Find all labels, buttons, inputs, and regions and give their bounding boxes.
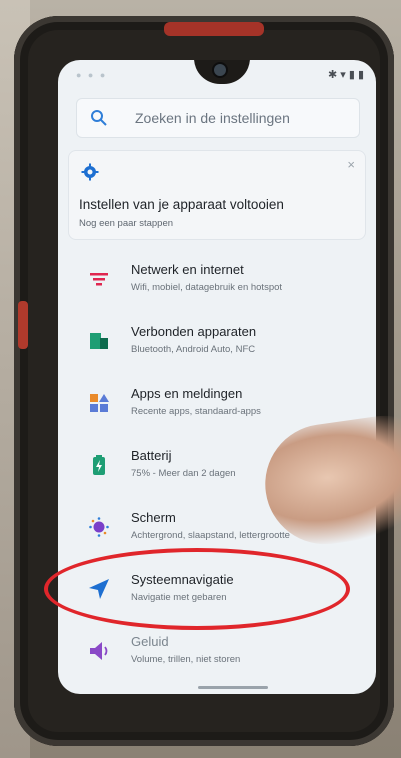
- phone-top-accent: [164, 22, 264, 36]
- phone-device: ● ● ● ✱ ▾ ▮ ▮ Zoeken in de instellingen …: [14, 16, 394, 746]
- search-placeholder: Zoeken in de instellingen: [135, 110, 290, 126]
- display-icon: [89, 517, 109, 537]
- setup-card-subtitle: Nog een paar stappen: [79, 218, 174, 229]
- settings-item-connected-devices[interactable]: Verbonden apparaten Bluetooth, Android A…: [58, 318, 376, 374]
- settings-item-subtitle: Wifi, mobiel, datagebruik en hotspot: [131, 282, 283, 293]
- status-bar: ● ● ● ✱ ▾ ▮ ▮: [58, 68, 376, 84]
- setup-suggestion-card[interactable]: × Instellen van je apparaat voltooien No…: [68, 150, 366, 240]
- close-icon[interactable]: ×: [347, 157, 355, 172]
- status-icons: ✱ ▾ ▮ ▮: [327, 69, 364, 81]
- settings-item-title: Scherm: [131, 510, 176, 525]
- settings-item-title: Batterij: [131, 448, 172, 463]
- settings-item-sound[interactable]: Geluid Volume, trillen, niet storen: [58, 628, 376, 684]
- sound-icon: [90, 642, 108, 660]
- battery-icon: [93, 455, 105, 475]
- setup-card-title: Instellen van je apparaat voltooien: [79, 197, 284, 212]
- settings-item-subtitle: Recente apps, standaard-apps: [131, 406, 261, 417]
- settings-item-subtitle: 75% - Meer dan 2 dagen: [131, 468, 236, 479]
- phone-side-button: [18, 301, 28, 349]
- search-icon: [91, 110, 107, 126]
- settings-item-title: Apps en meldingen: [131, 386, 243, 401]
- gear-icon: [81, 163, 99, 181]
- settings-item-subtitle: Bluetooth, Android Auto, NFC: [131, 344, 256, 355]
- apps-icon: [90, 394, 109, 412]
- settings-search-bar[interactable]: Zoeken in de instellingen: [76, 98, 360, 138]
- settings-item-title: Verbonden apparaten: [131, 324, 257, 339]
- wifi-icon: [90, 273, 108, 286]
- settings-item-title: Netwerk en internet: [131, 262, 244, 277]
- red-highlight-ellipse: [44, 548, 350, 630]
- gesture-navigation-bar[interactable]: [198, 686, 268, 689]
- settings-item-title: Geluid: [131, 634, 169, 649]
- settings-item-subtitle: Achtergrond, slaapstand, lettergrootte: [131, 530, 290, 541]
- connected-devices-icon: [90, 333, 108, 349]
- settings-item-subtitle: Volume, trillen, niet storen: [131, 654, 241, 665]
- status-notification-dots: ● ● ●: [76, 70, 108, 80]
- settings-item-network[interactable]: Netwerk en internet Wifi, mobiel, datage…: [58, 256, 376, 312]
